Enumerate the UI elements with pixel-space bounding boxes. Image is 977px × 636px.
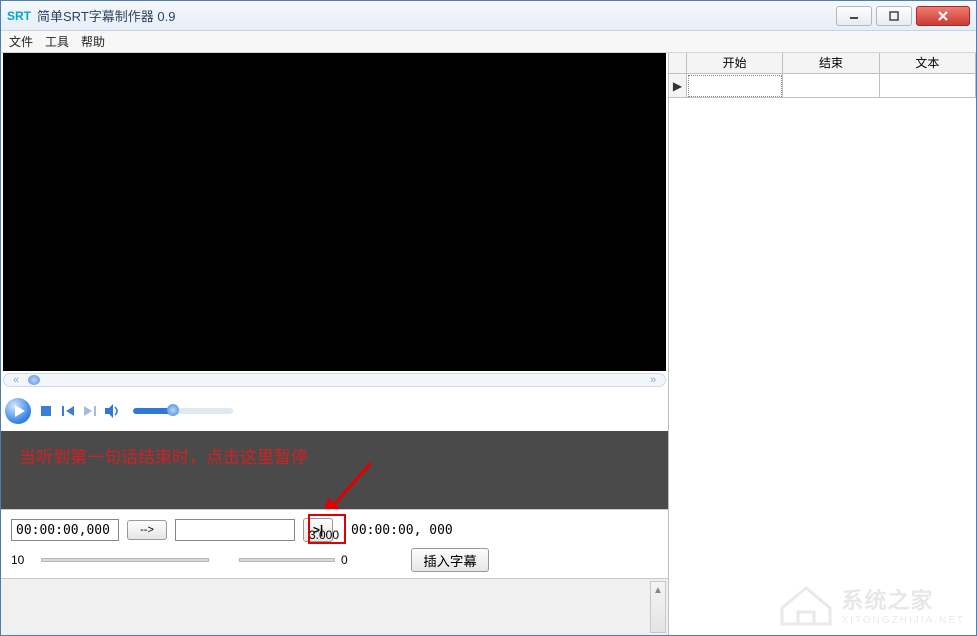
video-screen[interactable] xyxy=(3,53,666,371)
next-button[interactable] xyxy=(83,404,97,418)
arrow-separator-button[interactable]: --> xyxy=(127,520,167,540)
maximize-button[interactable] xyxy=(876,6,912,26)
menu-help[interactable]: 帮助 xyxy=(81,33,105,50)
offset-slider[interactable] xyxy=(41,558,209,562)
vertical-scrollbar[interactable]: ▲ xyxy=(650,581,666,633)
video-seek-bar[interactable]: « » xyxy=(3,373,666,391)
waveform-area: ▲ xyxy=(1,578,668,635)
stop-button[interactable] xyxy=(39,404,53,418)
window-title: 简单SRT字幕制作器 0.9 xyxy=(37,6,832,25)
prev-icon xyxy=(62,406,74,416)
start-time-input[interactable] xyxy=(11,519,119,541)
cell-text[interactable] xyxy=(880,74,976,98)
video-area: « » xyxy=(1,53,668,431)
app-icon: SRT xyxy=(7,9,31,23)
player-controls xyxy=(5,395,664,427)
col-end[interactable]: 结束 xyxy=(783,53,879,73)
cell-start[interactable] xyxy=(687,74,783,98)
close-icon xyxy=(937,10,949,22)
stop-icon xyxy=(41,406,51,416)
scroll-up-icon: ▲ xyxy=(651,582,665,598)
menubar: 文件 工具 帮助 xyxy=(1,31,976,53)
next-icon xyxy=(84,406,96,416)
minimize-button[interactable] xyxy=(836,6,872,26)
minimize-icon xyxy=(849,11,859,21)
menu-tools[interactable]: 工具 xyxy=(45,33,69,50)
seek-left-icon: « xyxy=(8,374,24,386)
speaker-icon xyxy=(105,404,119,418)
col-start[interactable]: 开始 xyxy=(687,53,783,73)
table-header: 开始 结束 文本 xyxy=(669,53,976,74)
menu-file[interactable]: 文件 xyxy=(9,33,33,50)
volume-thumb[interactable] xyxy=(167,404,179,416)
seek-right-icon: » xyxy=(645,374,661,386)
play-button[interactable] xyxy=(5,398,31,424)
cell-end[interactable] xyxy=(783,74,879,98)
volume-slider[interactable] xyxy=(133,408,233,414)
speed-value: 0 xyxy=(341,553,385,567)
slider-a-min: 10 xyxy=(11,553,35,567)
play-icon xyxy=(15,405,25,417)
seek-thumb[interactable] xyxy=(28,375,40,385)
subtitle-text-input[interactable] xyxy=(175,519,295,541)
table-row[interactable]: ▶ xyxy=(669,74,976,98)
col-text[interactable]: 文本 xyxy=(880,53,976,73)
subtitle-preview-area: 当听到第一句话结束时，点击这里暂停 xyxy=(1,431,668,509)
row-marker-icon: ▶ xyxy=(669,74,687,98)
subtitle-table: 开始 结束 文本 ▶ xyxy=(669,53,976,635)
end-time-display: 00:00:00, 000 xyxy=(351,523,453,538)
offset-value: 3.000 xyxy=(309,528,353,542)
timing-panel: --> >| 00:00:00, 000 10 3.000 0 插入字幕 xyxy=(1,509,668,578)
volume-button[interactable] xyxy=(105,404,119,418)
titlebar: SRT 简单SRT字幕制作器 0.9 xyxy=(1,1,976,31)
row-header-spacer xyxy=(669,53,687,73)
close-button[interactable] xyxy=(916,6,970,26)
prev-button[interactable] xyxy=(61,404,75,418)
maximize-icon xyxy=(889,11,899,21)
annotation-text: 当听到第一句话结束时，点击这里暂停 xyxy=(19,448,308,467)
insert-subtitle-button[interactable]: 插入字幕 xyxy=(411,548,489,572)
speed-slider[interactable] xyxy=(239,558,335,562)
